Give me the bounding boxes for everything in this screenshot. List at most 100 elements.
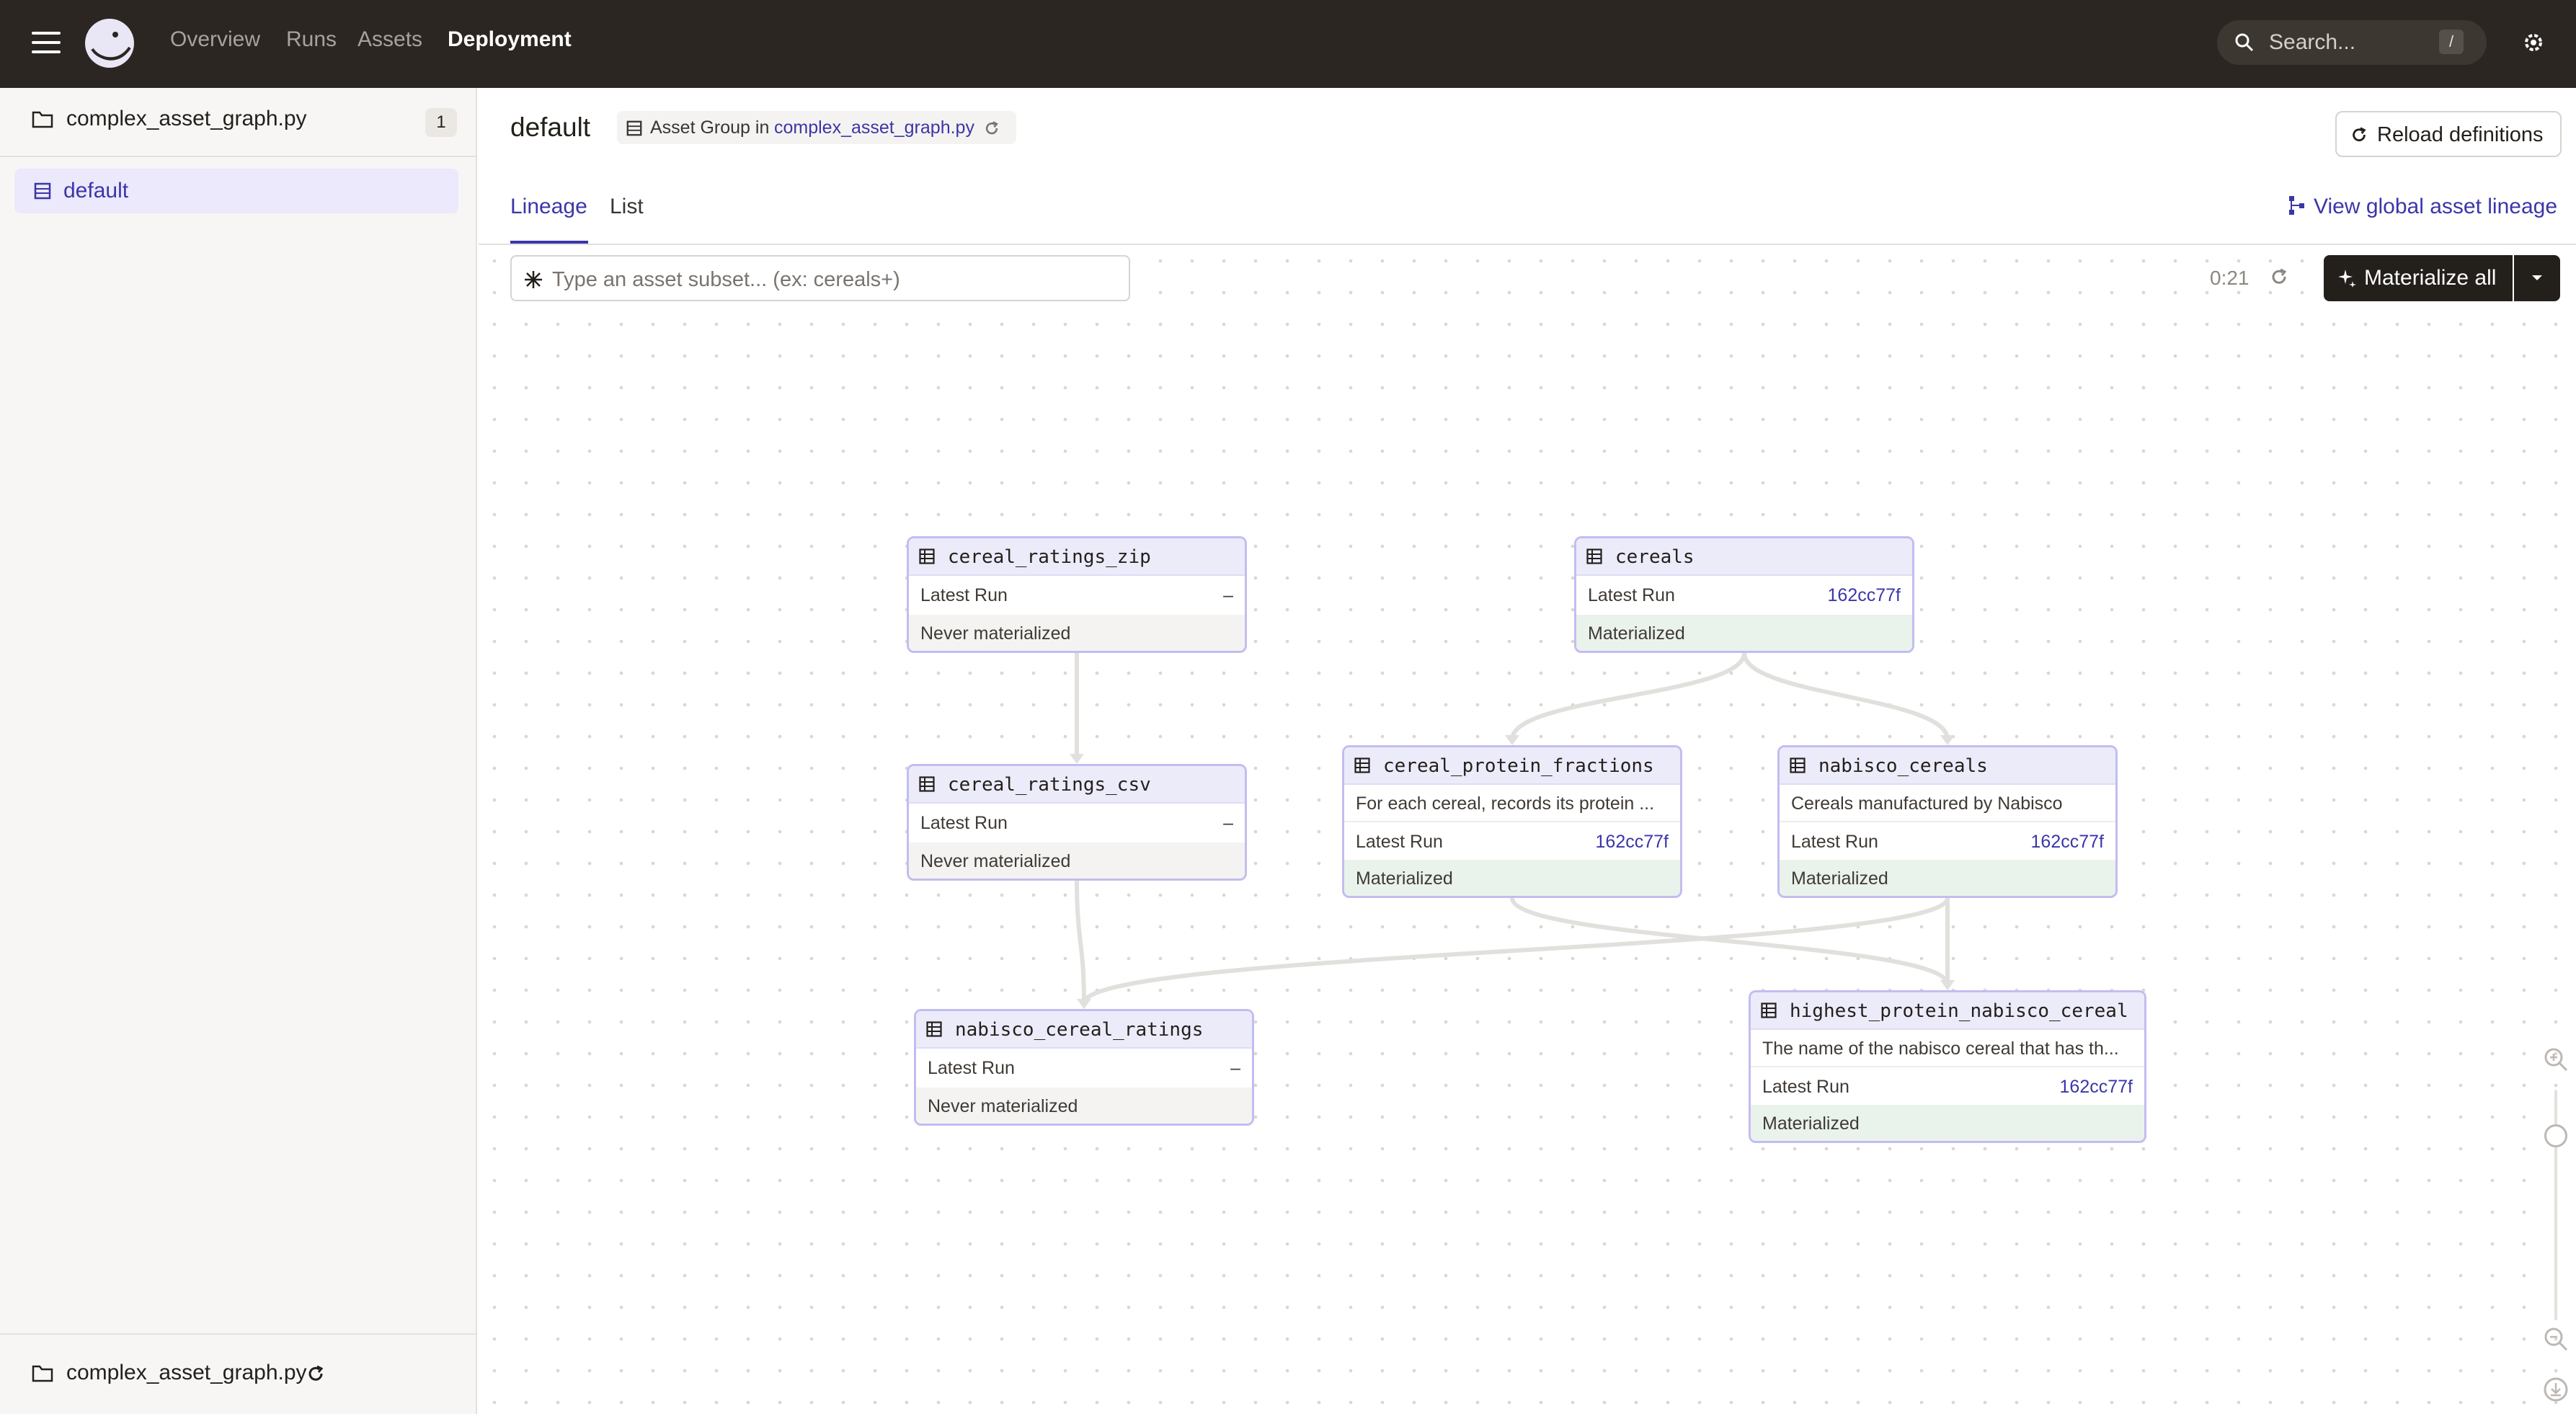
latest-run-label: Latest Run: [928, 1058, 1015, 1078]
lineage-edge: [1075, 880, 1086, 1004]
asset-node-nabisco-cereals[interactable]: nabisco_cereals Cereals manufactured by N…: [1777, 745, 2118, 898]
search-input[interactable]: Search... /: [2217, 20, 2487, 65]
node-header[interactable]: cereals: [1576, 538, 1912, 576]
nav-assets[interactable]: Assets: [357, 27, 422, 52]
materialization-status-text: Materialized: [1791, 868, 1888, 889]
asset-description-text: The name of the nabisco cereal that has …: [1762, 1039, 2119, 1059]
lineage-edge: [1742, 652, 1950, 740]
table-icon: [1354, 757, 1370, 773]
edge-arrowhead: [1070, 754, 1084, 764]
latest-run-link[interactable]: 162cc77f: [2031, 832, 2104, 853]
asset-filter-placeholder: Type an asset subset... (ex: cereals+): [552, 268, 900, 291]
materialization-status: Materialized: [1576, 615, 1912, 651]
view-global-lineage-link[interactable]: View global asset lineage: [2288, 192, 2569, 221]
tag-prefix: Asset Group in: [650, 117, 770, 138]
asset-filter-input[interactable]: Type an asset subset... (ex: cereals+): [510, 255, 1130, 301]
materialization-status-text: Materialized: [1356, 868, 1453, 889]
node-header[interactable]: cereal_protein_fractions: [1344, 747, 1680, 785]
asset-description: Cereals manufactured by Nabisco: [1780, 785, 2115, 822]
materialize-all-button[interactable]: Materialize all: [2324, 255, 2513, 301]
latest-run-link[interactable]: 162cc77f: [1828, 585, 1901, 606]
zoom-in-icon[interactable]: [2543, 1046, 2569, 1072]
reload-icon[interactable]: [306, 1364, 326, 1384]
latest-run-link: –: [1223, 585, 1233, 605]
search-placeholder: Search...: [2269, 30, 2356, 54]
zoom-slider-handle[interactable]: [2544, 1124, 2567, 1147]
reload-icon: [2353, 127, 2366, 142]
latest-run-row: Latest Run –: [909, 804, 1245, 841]
latest-run-row: Latest Run –: [909, 576, 1245, 613]
materialization-status: Materialized: [1344, 860, 1680, 896]
edge-arrowhead: [1940, 735, 1955, 745]
lineage-edge: [1510, 652, 1746, 740]
asset-node-cereal-protein-fractions[interactable]: cereal_protein_fractions For each cereal,…: [1342, 745, 1682, 898]
search-shortcut: /: [2439, 30, 2464, 54]
reload-definitions-label: Reload definitions: [2377, 123, 2544, 146]
asset-node-nabisco-cereal-ratings[interactable]: nabisco_cereal_ratings Latest Run – Never m…: [914, 1009, 1254, 1126]
node-header[interactable]: cereal_ratings_csv: [909, 766, 1245, 804]
folder-icon: [32, 111, 53, 128]
refresh-countdown: 0:21: [2210, 267, 2249, 289]
asset-name[interactable]: cereal_ratings_csv: [948, 774, 1151, 796]
latest-run-label: Latest Run: [1762, 1077, 1849, 1097]
asset-description: The name of the nabisco cereal that has …: [1751, 1030, 2144, 1067]
node-header[interactable]: cereal_ratings_zip: [909, 538, 1245, 576]
latest-run-link[interactable]: 162cc77f: [2060, 1077, 2133, 1098]
table-icon: [919, 548, 935, 564]
materialization-status-text: Never materialized: [920, 851, 1071, 871]
table-icon: [926, 1021, 942, 1037]
nav-deployment[interactable]: Deployment: [448, 27, 572, 52]
edge-arrowhead: [1505, 735, 1519, 745]
materialization-status: Never materialized: [909, 842, 1245, 879]
materialize-all-label: Materialize all: [2364, 266, 2497, 290]
asset-group-icon: [34, 182, 51, 200]
latest-run-label: Latest Run: [920, 813, 1008, 833]
node-header[interactable]: nabisco_cereals: [1780, 747, 2115, 785]
asset-node-cereal-ratings-zip[interactable]: cereal_ratings_zip Latest Run – Never mater…: [907, 536, 1247, 653]
node-header[interactable]: highest_protein_nabisco_cereal: [1751, 992, 2144, 1030]
menu-icon[interactable]: [32, 30, 61, 55]
nav-runs[interactable]: Runs: [286, 27, 337, 52]
download-icon[interactable]: [2543, 1377, 2569, 1402]
asset-name[interactable]: cereals: [1615, 546, 1695, 568]
tab-lineage[interactable]: Lineage: [510, 195, 587, 219]
materialization-status-text: Materialized: [1588, 623, 1685, 644]
edge-arrowhead: [1940, 980, 1955, 990]
asset-node-cereals[interactable]: cereals Latest Run 162cc77f Materialized: [1574, 536, 1914, 653]
latest-run-label: Latest Run: [1356, 832, 1443, 852]
code-location-name[interactable]: complex_asset_graph.py: [66, 107, 307, 131]
zoom-out-icon[interactable]: [2543, 1326, 2569, 1352]
refresh-icon[interactable]: [2269, 267, 2289, 287]
latest-run-label: Latest Run: [920, 585, 1008, 605]
latest-run-link: –: [1230, 1058, 1240, 1078]
tab-list[interactable]: List: [610, 195, 644, 219]
reload-definitions-button[interactable]: Reload definitions: [2335, 111, 2562, 157]
asset-node-cereal-ratings-csv[interactable]: cereal_ratings_csv Latest Run – Never mater…: [907, 764, 1247, 881]
dagster-logo[interactable]: [82, 16, 137, 71]
latest-run-row: Latest Run –: [916, 1049, 1252, 1086]
materialization-status: Materialized: [1780, 860, 2115, 896]
latest-run-label: Latest Run: [1791, 832, 1878, 852]
sidebar-item-default[interactable]: default: [14, 169, 458, 213]
footer-location-name[interactable]: complex_asset_graph.py: [66, 1361, 307, 1385]
reload-icon[interactable]: [983, 120, 1000, 137]
top-navigation: Overview Runs Assets Deployment Search..…: [0, 0, 2576, 88]
asset-name[interactable]: nabisco_cereal_ratings: [955, 1019, 1203, 1041]
asset-description: For each cereal, records its protein ...: [1344, 785, 1680, 822]
asset-name[interactable]: nabisco_cereals: [1818, 755, 1988, 777]
asset-name[interactable]: highest_protein_nabisco_cereal: [1790, 1000, 2128, 1022]
latest-run-row: Latest Run 162cc77f: [1344, 822, 1680, 860]
latest-run-link: –: [1223, 813, 1233, 833]
table-icon: [1790, 757, 1806, 773]
latest-run-link[interactable]: 162cc77f: [1596, 832, 1669, 853]
tag-location-link[interactable]: complex_asset_graph.py: [774, 117, 974, 138]
table-icon: [1761, 1002, 1777, 1018]
asset-name[interactable]: cereal_protein_fractions: [1383, 755, 1654, 777]
asset-node-highest-protein-nabisco-cereal[interactable]: highest_protein_nabisco_cereal The name o…: [1749, 990, 2146, 1143]
settings-gear-icon[interactable]: [2521, 30, 2546, 55]
asset-name[interactable]: cereal_ratings_zip: [948, 546, 1151, 568]
sparkle-icon: [2338, 270, 2356, 288]
nav-overview[interactable]: Overview: [170, 27, 260, 52]
materialize-options-dropdown[interactable]: [2514, 255, 2560, 301]
node-header[interactable]: nabisco_cereal_ratings: [916, 1011, 1252, 1049]
